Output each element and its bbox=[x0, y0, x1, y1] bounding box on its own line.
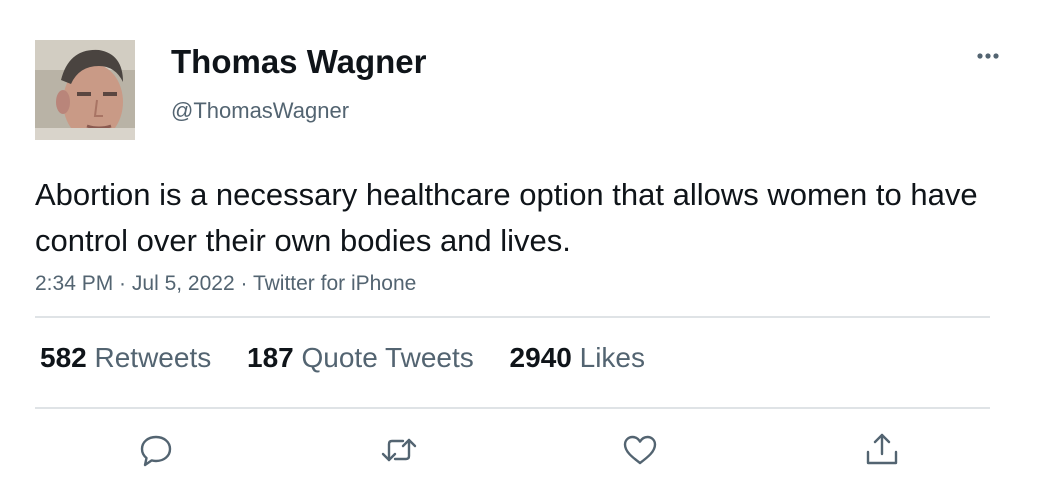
likes-label: Likes bbox=[579, 342, 645, 373]
tweet-date[interactable]: Jul 5, 2022 bbox=[132, 272, 235, 295]
retweet-button[interactable] bbox=[379, 430, 419, 470]
user-handle[interactable]: @ThomasWagner bbox=[171, 98, 349, 124]
likes-stat[interactable]: 2940 Likes bbox=[510, 342, 645, 374]
reply-icon bbox=[140, 435, 172, 467]
meta-separator: · bbox=[234, 272, 253, 295]
tweet-client[interactable]: Twitter for iPhone bbox=[253, 272, 416, 295]
quote-tweets-label: Quote Tweets bbox=[301, 342, 474, 373]
tweet-time[interactable]: 2:34 PM bbox=[35, 272, 113, 295]
more-horizontal-icon bbox=[977, 53, 999, 59]
tweet-text: Abortion is a necessary healthcare optio… bbox=[35, 177, 978, 258]
heart-icon bbox=[623, 435, 657, 465]
share-button[interactable] bbox=[862, 430, 902, 470]
retweets-label: Retweets bbox=[94, 342, 212, 373]
display-name[interactable]: Thomas Wagner bbox=[171, 43, 426, 81]
like-button[interactable] bbox=[620, 430, 660, 470]
more-options-button[interactable] bbox=[968, 42, 1008, 70]
tweet-stats: 582 Retweets 187 Quote Tweets 2940 Likes bbox=[40, 342, 673, 374]
tweet-metadata: 2:34 PM · Jul 5, 2022 · Twitter for iPho… bbox=[35, 272, 416, 296]
meta-separator: · bbox=[113, 272, 132, 295]
quote-tweets-count: 187 bbox=[247, 342, 294, 373]
avatar-photo bbox=[35, 40, 135, 140]
retweet-icon bbox=[381, 438, 417, 462]
likes-count: 2940 bbox=[509, 342, 572, 373]
retweets-count: 582 bbox=[40, 342, 87, 373]
quote-tweets-stat[interactable]: 187 Quote Tweets bbox=[247, 342, 474, 374]
reply-button[interactable] bbox=[136, 430, 176, 470]
retweets-stat[interactable]: 582 Retweets bbox=[40, 342, 211, 374]
divider bbox=[35, 407, 990, 409]
tweet-card: Thomas Wagner @ThomasWagner Abortion is … bbox=[0, 0, 1050, 480]
avatar[interactable] bbox=[35, 40, 135, 140]
divider bbox=[35, 316, 990, 318]
share-icon bbox=[866, 433, 898, 465]
